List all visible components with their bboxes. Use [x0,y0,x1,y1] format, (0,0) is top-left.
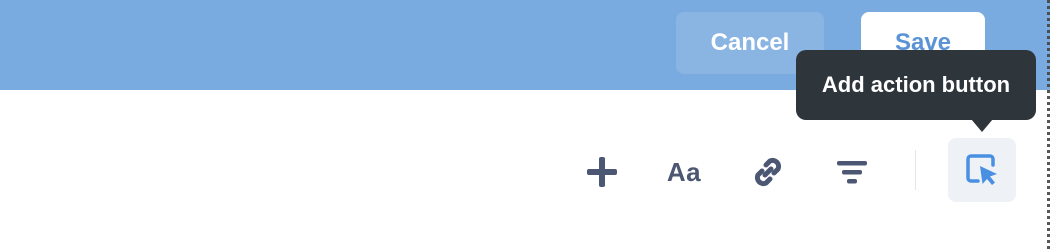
link-icon [754,157,782,187]
text-icon: Aa [666,156,702,187]
dashboard-editor: Cancel Save Aa Add action button [0,0,1050,250]
cancel-button-label: Cancel [710,29,790,56]
add-card-button[interactable] [570,140,634,204]
tooltip: Add action button [796,50,1036,120]
add-text-button[interactable]: Aa [652,140,716,204]
add-action-button[interactable] [948,138,1016,202]
plus-icon [587,157,617,187]
cursor-click-icon [966,154,997,185]
tooltip-arrow [971,119,993,132]
tooltip-text: Add action button [821,72,1011,97]
filter-icon [837,161,867,184]
add-link-button[interactable] [736,140,800,204]
toolbar-divider [915,150,916,190]
add-filter-button[interactable] [820,140,884,204]
